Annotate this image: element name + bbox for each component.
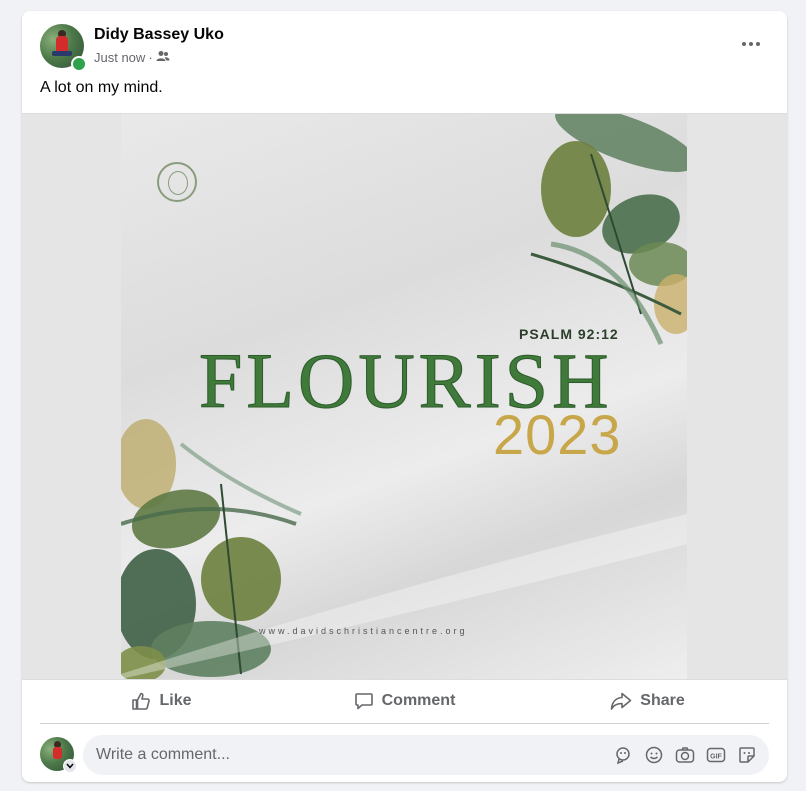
comment-tools: GIF: [613, 745, 769, 765]
comment-icon: [354, 691, 374, 711]
avatar-figure-legs: [52, 51, 72, 56]
comment-label: Comment: [381, 692, 456, 709]
gif-icon[interactable]: GIF: [706, 745, 726, 765]
church-logo-icon: [157, 162, 197, 202]
camera-icon[interactable]: [675, 745, 695, 765]
comment-composer: GIF: [40, 733, 769, 777]
sticker-icon[interactable]: [737, 745, 757, 765]
share-label: Share: [640, 692, 685, 709]
more-dot: [742, 42, 746, 46]
post-image-container[interactable]: PSALM 92:12 FLOURISH 2023 www.davidschri…: [22, 113, 787, 680]
more-dot: [756, 42, 760, 46]
online-status-dot: [71, 56, 87, 72]
post-card: Didy Bassey Uko Just now · A lot on my m…: [22, 11, 787, 782]
friends-icon[interactable]: [156, 50, 170, 65]
more-options-icon[interactable]: [733, 33, 769, 55]
like-icon: [131, 691, 151, 711]
like-label: Like: [159, 692, 192, 709]
share-button[interactable]: Share: [526, 679, 769, 723]
more-dot: [749, 42, 753, 46]
comment-input-wrapper: GIF: [83, 735, 769, 775]
svg-text:GIF: GIF: [710, 754, 722, 761]
post-actions-bar: Like Comment Share: [40, 679, 769, 724]
post-text: A lot on my mind.: [40, 79, 163, 96]
avatar-figure-body: [53, 747, 62, 759]
meta-separator: ·: [148, 50, 153, 65]
chevron-down-icon[interactable]: [63, 759, 77, 773]
post-timestamp[interactable]: Just now: [94, 50, 145, 65]
share-icon: [610, 691, 632, 711]
poster-url: www.davidschristiancentre.org: [259, 626, 468, 636]
poster-year: 2023: [493, 403, 622, 466]
post-meta: Just now ·: [94, 50, 170, 65]
like-button[interactable]: Like: [40, 679, 283, 723]
comment-input[interactable]: [83, 745, 613, 765]
post-header: Didy Bassey Uko Just now ·: [22, 11, 787, 81]
flourish-poster-image[interactable]: PSALM 92:12 FLOURISH 2023 www.davidschri…: [121, 114, 687, 679]
author-name[interactable]: Didy Bassey Uko: [94, 26, 224, 44]
emoji-icon[interactable]: [644, 745, 664, 765]
avatar-figure-body: [56, 36, 68, 52]
comment-button[interactable]: Comment: [283, 679, 526, 723]
avatar-sticker-icon[interactable]: [613, 745, 633, 765]
